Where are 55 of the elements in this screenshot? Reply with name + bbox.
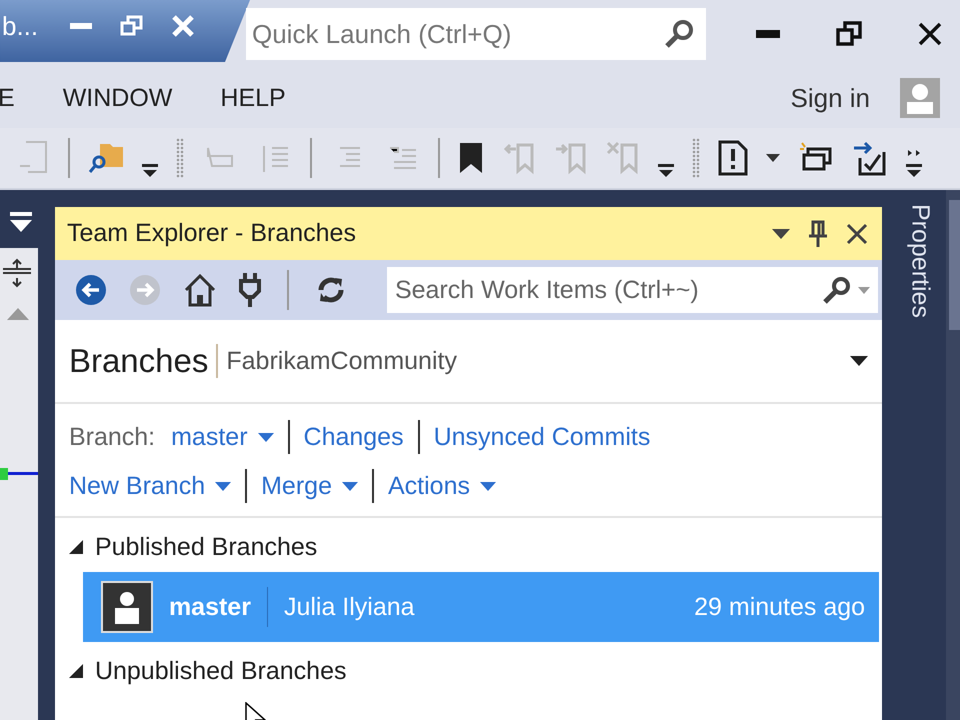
link[interactable]: Merge bbox=[261, 472, 332, 500]
expander-icon[interactable] bbox=[68, 540, 83, 554]
section-title[interactable]: Published Branches bbox=[94, 532, 318, 562]
search-icon bbox=[664, 19, 694, 49]
document-tab-title: b... bbox=[2, 10, 38, 42]
caret-icon[interactable] bbox=[766, 154, 780, 162]
bookmark-icon[interactable] bbox=[458, 141, 484, 175]
pin-icon[interactable] bbox=[808, 220, 828, 248]
caret-icon[interactable] bbox=[850, 356, 868, 366]
splitter-icon[interactable] bbox=[3, 258, 31, 288]
plug-icon[interactable] bbox=[238, 273, 261, 307]
search-field[interactable]: Search Work Items (Ctrl+~) bbox=[386, 267, 878, 313]
overflow-icon[interactable] bbox=[658, 164, 674, 178]
overflow-icon[interactable] bbox=[906, 148, 922, 178]
quick-launch-field[interactable]: Quick Launch (Ctrl+Q) bbox=[246, 8, 706, 60]
caret-icon[interactable] bbox=[772, 228, 790, 238]
project-name: FabrikamCommunity bbox=[226, 346, 457, 376]
page-heading: Branches bbox=[68, 342, 208, 380]
document-tab[interactable]: b... bbox=[0, 0, 250, 62]
toolbar-grip[interactable] bbox=[692, 138, 700, 178]
branch-label: Branch: bbox=[68, 422, 156, 452]
menu-item[interactable]: E bbox=[0, 84, 15, 112]
menu-icon[interactable] bbox=[10, 212, 32, 234]
branch-name: master bbox=[168, 592, 251, 622]
branch-row[interactable]: master Julia Ilyiana 29 minutes ago bbox=[82, 572, 880, 642]
overflow-icon[interactable] bbox=[142, 164, 158, 178]
menu-item[interactable]: WINDOW bbox=[62, 84, 172, 112]
link[interactable]: Actions bbox=[388, 472, 470, 500]
scrollbar-thumb[interactable] bbox=[949, 200, 960, 330]
menu-item[interactable]: HELP bbox=[220, 84, 286, 112]
link[interactable]: Unsynced Commits bbox=[434, 422, 650, 452]
avatar-icon bbox=[100, 581, 153, 633]
link[interactable]: Changes bbox=[304, 422, 404, 452]
link[interactable]: master bbox=[171, 422, 248, 452]
properties-tab[interactable]: Properties bbox=[906, 204, 935, 318]
link[interactable]: New Branch bbox=[68, 472, 206, 500]
change-marker-icon bbox=[0, 468, 38, 480]
close-icon[interactable] bbox=[918, 22, 942, 46]
restore-icon[interactable] bbox=[836, 21, 862, 47]
document-alert-icon[interactable] bbox=[718, 140, 748, 176]
expander-icon[interactable] bbox=[68, 664, 83, 678]
user-avatar-icon[interactable] bbox=[900, 78, 940, 118]
branch-author: Julia Ilyiana bbox=[284, 592, 415, 622]
scrollbar[interactable] bbox=[946, 190, 960, 720]
check-in-icon[interactable] bbox=[852, 140, 888, 176]
minimize-icon[interactable] bbox=[70, 23, 92, 29]
close-icon[interactable] bbox=[846, 222, 868, 244]
toolbar-grip[interactable] bbox=[176, 138, 184, 178]
section-title[interactable]: Unpublished Branches bbox=[94, 656, 346, 686]
panel-title: Team Explorer - Branches bbox=[66, 219, 356, 248]
back-icon[interactable] bbox=[74, 274, 107, 306]
home-icon[interactable] bbox=[182, 273, 217, 307]
sign-in-link[interactable]: Sign in bbox=[790, 82, 870, 114]
branch-time: 29 minutes ago bbox=[694, 592, 866, 622]
search-icon bbox=[822, 276, 852, 304]
